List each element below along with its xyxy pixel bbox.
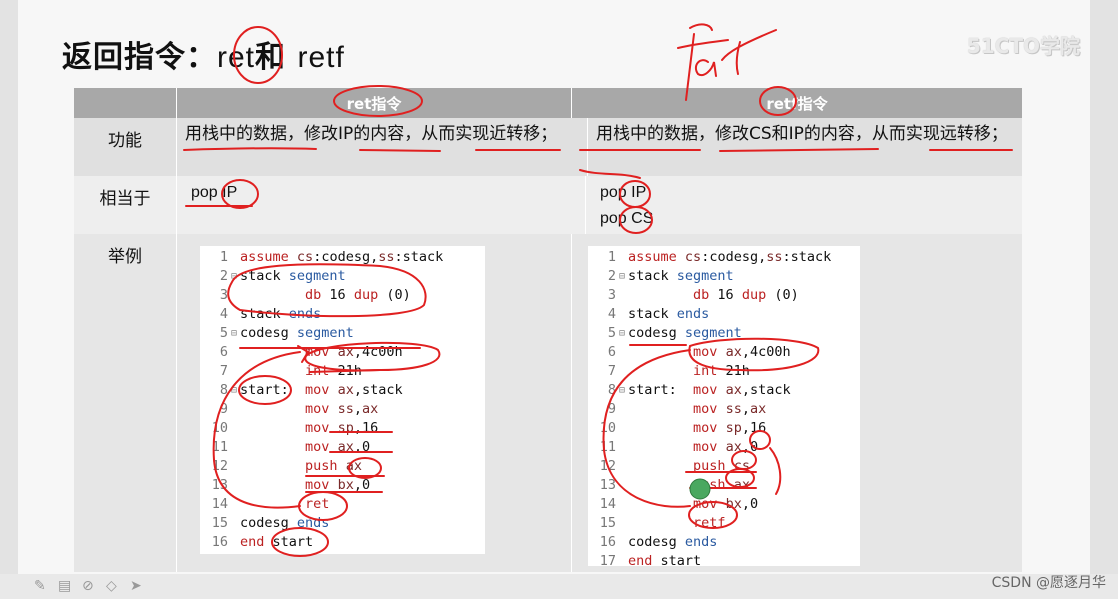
csdn-credit: CSDN @愿逐月华 <box>991 575 1106 591</box>
pointer-icon[interactable]: ➤ <box>130 578 142 594</box>
handwriting-annotations: far <box>183 23 1013 557</box>
handwritten-note: far <box>676 76 678 79</box>
pen-icon[interactable]: ✎ <box>34 578 46 594</box>
slides-icon[interactable]: ▤ <box>58 578 71 594</box>
eraser-icon[interactable]: ◇ <box>106 578 117 594</box>
screen: 返回指令：ret和 retf 51CTO学院 ret指令 retf指令 功能 用… <box>0 0 1118 599</box>
highlighter-icon[interactable]: ⊘ <box>82 578 94 594</box>
bottom-toolbar <box>0 574 1118 599</box>
